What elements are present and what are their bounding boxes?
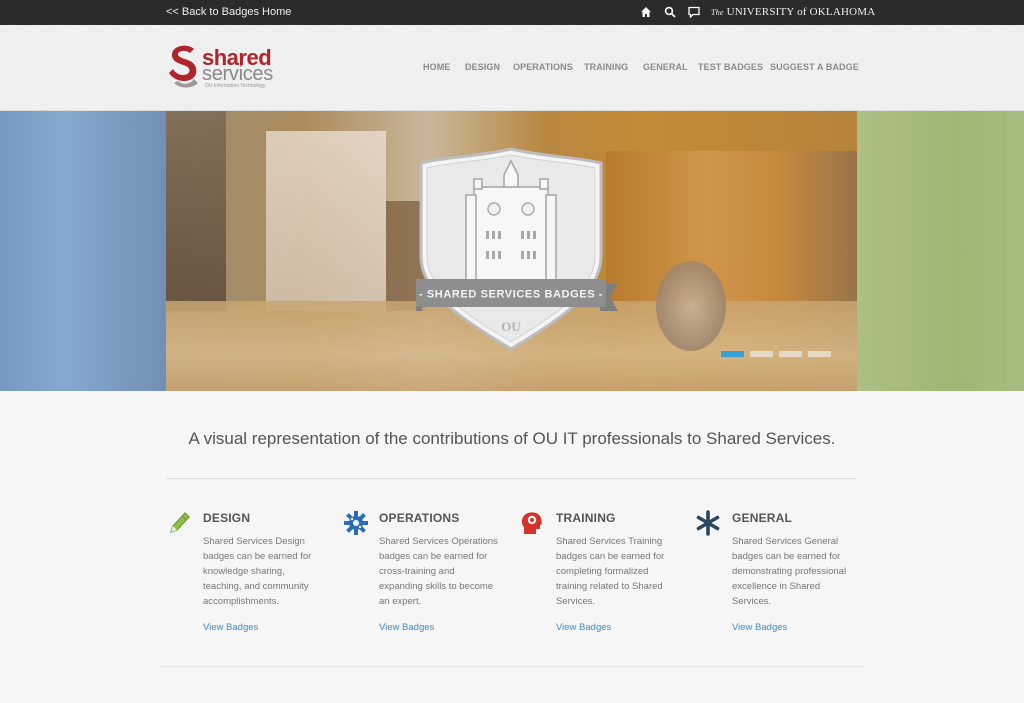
view-badges-link[interactable]: View Badges xyxy=(556,622,611,633)
pencil-icon xyxy=(167,510,191,534)
category-title: GENERAL xyxy=(732,511,793,525)
nav-operations[interactable]: OPERATIONS xyxy=(513,62,573,72)
category-title: DESIGN xyxy=(203,511,251,525)
view-badges-link[interactable]: View Badges xyxy=(379,622,434,633)
brain-head-icon xyxy=(520,510,544,534)
footer-divider xyxy=(160,666,864,667)
slider-dot-3[interactable] xyxy=(779,351,802,357)
site-header: shared services OU Information Technolog… xyxy=(0,25,1024,111)
nav-home[interactable]: HOME xyxy=(423,62,450,72)
page-tagline: A visual representation of the contribut… xyxy=(188,429,836,448)
search-icon[interactable] xyxy=(664,5,676,18)
nav-general[interactable]: GENERAL xyxy=(643,62,688,72)
home-icon[interactable] xyxy=(640,5,652,17)
divider xyxy=(166,478,857,479)
slider-dot-2[interactable] xyxy=(750,351,773,357)
main-nav: HOME DESIGN OPERATIONS TRAINING GENERAL … xyxy=(0,62,1024,74)
badge-ribbon-label: - SHARED SERVICES BADGES - xyxy=(419,289,603,301)
topbar-icons xyxy=(640,5,700,19)
chat-icon[interactable] xyxy=(688,5,700,19)
nav-design[interactable]: DESIGN xyxy=(465,62,500,72)
slider-pagination xyxy=(721,351,831,357)
nav-training[interactable]: TRAINING xyxy=(584,62,628,72)
hero-prev-slide-preview[interactable] xyxy=(0,111,166,391)
view-badges-link[interactable]: View Badges xyxy=(732,622,787,633)
category-title: OPERATIONS xyxy=(379,511,460,525)
slider-dot-1[interactable] xyxy=(721,351,744,357)
shared-services-badge-image: - SHARED SERVICES BADGES - OU xyxy=(416,147,618,351)
hero-slider[interactable]: - SHARED SERVICES BADGES - OU xyxy=(166,111,857,391)
nav-test-badges[interactable]: TEST BADGES xyxy=(698,62,763,72)
top-bar: << Back to Badges Home The UNIVERSITY of… xyxy=(0,0,1024,25)
ou-mark-icon: OU xyxy=(501,319,521,334)
category-description: Shared Services General badges can be ea… xyxy=(732,536,847,607)
view-badges-link[interactable]: View Badges xyxy=(203,622,258,633)
category-description: Shared Services Training badges can be e… xyxy=(556,536,665,607)
star-icon xyxy=(696,510,720,536)
slider-dot-4[interactable] xyxy=(808,351,831,357)
category-description: Shared Services Design badges can be ear… xyxy=(203,536,312,607)
category-description: Shared Services Operations badges can be… xyxy=(379,536,498,607)
university-wordmark[interactable]: The UNIVERSITY of OKLAHOMA xyxy=(711,6,875,18)
category-title: TRAINING xyxy=(556,511,616,525)
nav-suggest-a-badge[interactable]: SUGGEST A BADGE xyxy=(770,62,859,72)
back-to-badges-home-link[interactable]: << Back to Badges Home xyxy=(166,6,291,18)
hero-next-slide-preview[interactable] xyxy=(857,111,1024,391)
gear-icon xyxy=(343,510,368,535)
logo-tagline: OU Information Technology xyxy=(205,83,266,89)
